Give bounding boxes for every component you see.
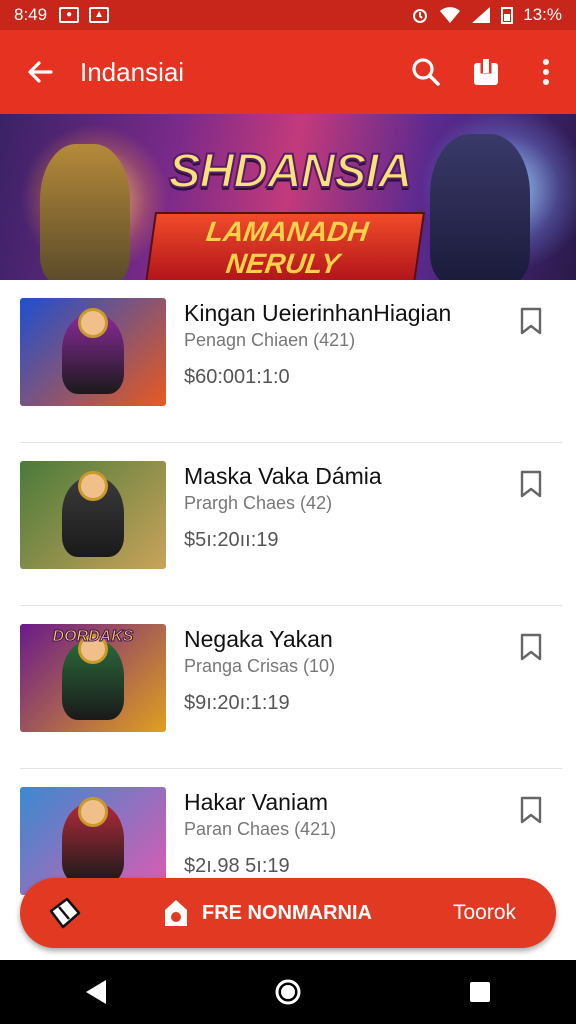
banner-subline: LAMANADH NERULY: [144, 212, 426, 280]
banner-headline: SHDANSIA: [168, 144, 414, 199]
product-price: $2ı.98 5ı:19: [184, 855, 290, 877]
tag-icon: [165, 900, 187, 926]
product-subtitle: Paran Chaes (421): [184, 819, 337, 839]
nav-back-button[interactable]: [66, 962, 126, 1022]
product-thumbnail: [20, 298, 166, 406]
product-price: $60:001:1:0: [184, 366, 290, 388]
status-time: 8:49: [14, 5, 48, 24]
product-list: Kingan UeierinhanHiagian Penagn Chiaen (…: [0, 280, 576, 932]
battery-level: 13:%: [523, 5, 562, 24]
product-subtitle: Prargh Chaes (42): [184, 493, 333, 513]
product-price: $5ı:20ıı:19: [184, 529, 279, 551]
product-price: $9ı:20ı:1:19: [184, 692, 290, 714]
secondary-action[interactable]: Toorok: [453, 901, 516, 925]
signal-icon: [472, 7, 491, 23]
product-thumbnail: [20, 461, 166, 569]
product-subtitle: Penagn Chiaen (421): [184, 330, 356, 350]
ticket-button[interactable]: [20, 878, 110, 948]
product-subtitle: Pranga Crisas (10): [184, 656, 336, 676]
nav-home-button[interactable]: [258, 962, 318, 1022]
bookmark-icon: [520, 470, 542, 498]
bookmark-icon: [520, 307, 542, 335]
notification-icon: ●: [59, 7, 80, 23]
bookmark-icon: [520, 633, 542, 661]
product-thumbnail: DORDAKS: [20, 624, 166, 732]
page-title: Indansiai: [80, 56, 185, 87]
arrow-back-icon: [28, 61, 53, 83]
search-icon: [412, 58, 440, 86]
system-nav-bar: [0, 960, 576, 1024]
back-button[interactable]: [0, 30, 80, 114]
status-bar: 8:49 ● ▲ 13:%: [0, 0, 576, 30]
more-options-button[interactable]: [516, 30, 576, 114]
square-recents-icon: [470, 982, 490, 1002]
hero-left-illustration: [40, 144, 130, 280]
character-head: [78, 797, 108, 827]
list-item[interactable]: Kingan UeierinhanHiagian Penagn Chiaen (…: [20, 280, 562, 443]
bookmark-button[interactable]: [516, 793, 546, 827]
thumbnail-label: DORDAKS: [52, 628, 134, 646]
product-name: Kingan UeierinhanHiagian: [184, 300, 452, 326]
ticket-icon: [49, 897, 81, 929]
cta-button[interactable]: FRE NONMARNIA: [162, 898, 372, 928]
wifi-icon: [440, 7, 461, 23]
list-item[interactable]: Maska Vaka Dámia Prargh Chaes (42) $5ı:2…: [20, 443, 562, 606]
circle-home-icon: [275, 979, 301, 1005]
character-head: [78, 471, 108, 501]
screen: 8:49 ● ▲ 13:% Indansiai SHDANSIA LAMANAD…: [0, 0, 576, 1024]
product-name: Maska Vaka Dámia: [184, 463, 382, 489]
hero-right-illustration: [430, 134, 530, 280]
product-name: Hakar Vaniam: [184, 789, 329, 815]
battery-icon: [501, 7, 514, 24]
bottom-action-bar: FRE NONMARNIA Toorok: [20, 878, 556, 948]
search-button[interactable]: [396, 30, 456, 114]
app-bar: Indansiai: [0, 30, 576, 114]
character-head: [78, 308, 108, 338]
bookmark-icon: [520, 796, 542, 824]
bookmark-button[interactable]: [516, 304, 546, 338]
nav-recents-button[interactable]: [450, 962, 510, 1022]
triangle-back-icon: [86, 980, 106, 1004]
list-item[interactable]: DORDAKS Negaka Yakan Pranga Crisas (10) …: [20, 606, 562, 769]
alarm-icon: [413, 9, 428, 23]
promo-banner[interactable]: SHDANSIA LAMANADH NERULY: [0, 114, 576, 280]
notification-icon: ▲: [89, 7, 110, 23]
cart-icon: [474, 59, 498, 85]
cta-label: FRE NONMARNIA: [202, 901, 372, 924]
product-name: Negaka Yakan: [184, 626, 333, 652]
bookmark-button[interactable]: [516, 630, 546, 664]
more-vert-icon: [543, 59, 549, 85]
cart-button[interactable]: [456, 30, 516, 114]
bookmark-button[interactable]: [516, 467, 546, 501]
